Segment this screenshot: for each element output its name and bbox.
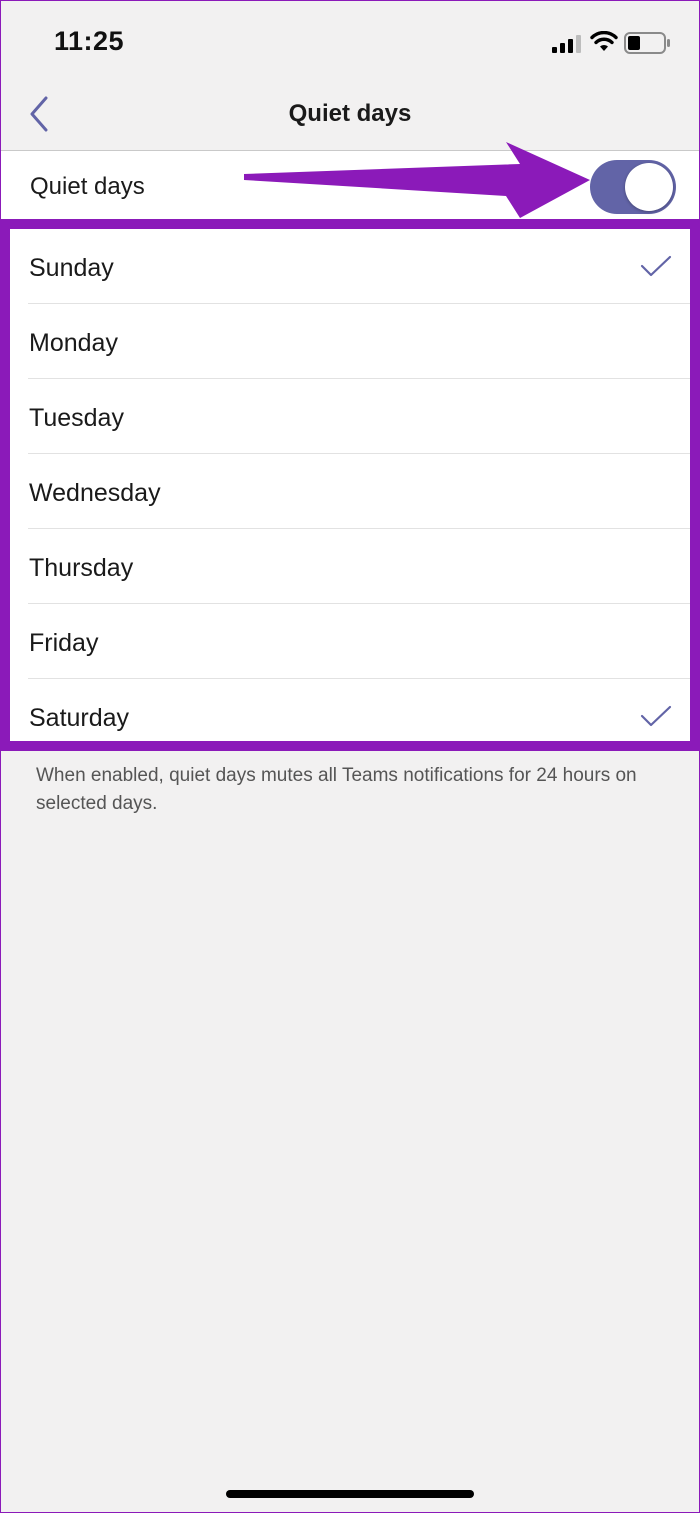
day-label: Thursday — [29, 554, 134, 582]
day-label: Friday — [29, 629, 99, 657]
annotation-arrow — [244, 142, 590, 218]
quiet-days-toggle[interactable] — [590, 160, 676, 214]
day-item-tuesday[interactable]: Tuesday — [10, 379, 690, 454]
day-item-thursday[interactable]: Thursday — [10, 529, 690, 604]
checkmark-icon — [640, 705, 672, 727]
day-item-saturday[interactable]: Saturday — [10, 679, 690, 754]
day-item-friday[interactable]: Friday — [10, 604, 690, 679]
day-item-sunday[interactable]: Sunday — [10, 229, 690, 304]
wifi-icon — [590, 31, 618, 51]
quiet-days-toggle-label: Quiet days — [30, 173, 145, 200]
days-list: Sunday Monday Tuesday Wednesday Thursday Frid… — [10, 229, 690, 754]
day-label: Tuesday — [29, 404, 124, 432]
home-indicator[interactable] — [226, 1490, 474, 1498]
signal-icon — [552, 35, 581, 53]
toggle-knob — [625, 163, 673, 211]
status-bar: 11:25 — [0, 0, 700, 88]
day-label: Wednesday — [29, 479, 161, 507]
days-list-highlight: Sunday Monday Tuesday Wednesday Thursday Frid… — [0, 219, 700, 751]
status-time: 11:25 — [54, 26, 125, 56]
checkmark-icon — [640, 255, 672, 277]
page-title: Quiet days — [288, 100, 412, 127]
quiet-days-description: When enabled, quiet days mutes all Teams… — [36, 765, 637, 814]
day-label: Sunday — [29, 254, 114, 282]
battery-icon — [624, 32, 670, 54]
day-item-monday[interactable]: Monday — [10, 304, 690, 379]
day-label: Saturday — [29, 704, 130, 732]
day-label: Monday — [29, 329, 118, 357]
day-item-wednesday[interactable]: Wednesday — [10, 454, 690, 529]
